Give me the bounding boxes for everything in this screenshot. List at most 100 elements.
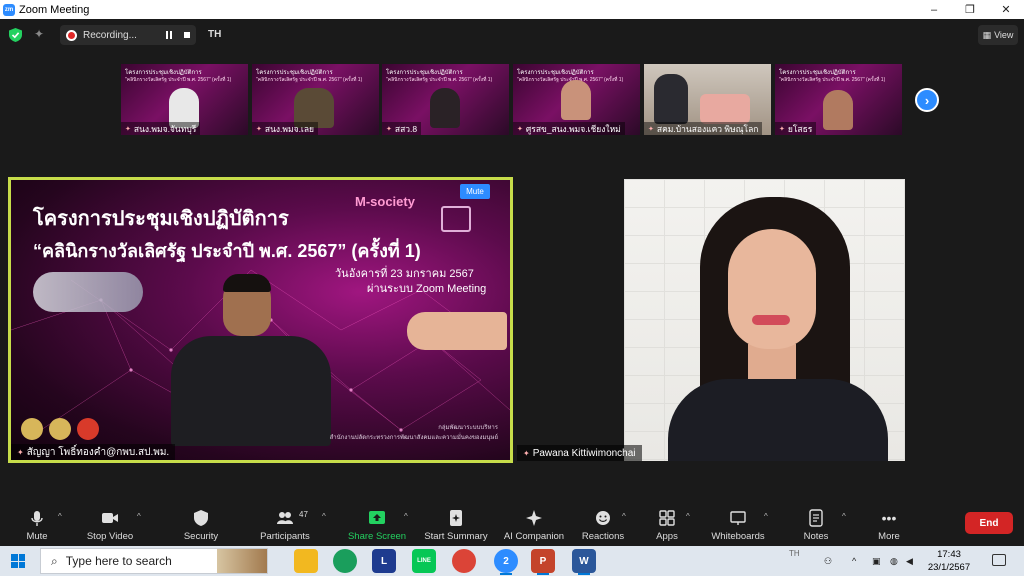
award-emblem-icon [441, 206, 471, 232]
slide-footnote: กลุ่มพัฒนาระบบบริหาร สำนักงานปลัดกระทรวง… [330, 422, 498, 442]
seal-logo-icon [21, 418, 43, 440]
word-icon[interactable]: W [572, 549, 596, 575]
search-icon: ⌕ [51, 553, 58, 568]
participants-button[interactable]: Participants [250, 506, 320, 542]
thumbnail-name: สคม.บ้านสองแคว พิษณุโลก [656, 123, 759, 134]
people-icon[interactable]: ⚇ [824, 546, 832, 576]
window-title: Zoom Meeting [19, 3, 90, 16]
record-icon [66, 29, 77, 41]
security-button[interactable]: Security [166, 506, 236, 542]
whiteboard-icon [730, 511, 746, 525]
award-logo-icon [49, 418, 71, 440]
start-summary-button[interactable]: Start Summary [420, 506, 492, 542]
close-button[interactable]: ✕ [988, 0, 1024, 19]
tray-mic-icon[interactable]: ◍ [890, 546, 898, 576]
recording-indicator[interactable]: Recording... [60, 25, 196, 45]
more-button[interactable]: ••• More [854, 506, 924, 542]
video-options-chevron-icon[interactable]: ^ [137, 512, 141, 521]
zoom-logo-icon: zm [3, 3, 15, 16]
stop-video-button[interactable]: Stop Video [75, 506, 145, 542]
video-camera-icon [102, 513, 118, 523]
ai-companion-button[interactable]: AI Companion [497, 506, 571, 542]
participant-thumbnail[interactable]: ✦ สคม.บ้านสองแคว พิษณุโลก [644, 64, 771, 135]
participants-options-chevron-icon[interactable]: ^ [322, 512, 326, 521]
notes-icon [809, 509, 823, 527]
stop-recording-icon[interactable] [182, 30, 192, 40]
apps-button[interactable]: Apps [632, 506, 702, 542]
tray-app-icon[interactable]: ▣ [872, 546, 881, 576]
thumbnail-name-tag: ✦ สคม.บ้านสองแคว พิษณุโลก [644, 122, 763, 135]
line-app-icon[interactable]: LINE [412, 549, 436, 573]
security-shield-icon [194, 510, 208, 526]
notes-options-chevron-icon[interactable]: ^ [842, 512, 846, 521]
l-app-icon[interactable]: L [372, 549, 396, 573]
notification-center-icon[interactable] [992, 554, 1006, 566]
tray-chevron-up-icon[interactable]: ^ [852, 546, 856, 576]
active-speaker-tile[interactable]: Mute M-society โครงการประชุมเชิงปฏิบัติก… [8, 177, 513, 463]
apps-options-chevron-icon[interactable]: ^ [686, 512, 690, 521]
thumbnail-name: ยโสธร [787, 123, 813, 134]
participant-video [654, 74, 688, 124]
muted-mic-icon: ✦ [386, 125, 392, 133]
ai-sparkle-icon[interactable]: ✦ [34, 27, 48, 41]
search-placeholder: Type here to search [65, 554, 172, 568]
edge-browser-icon[interactable] [333, 549, 357, 573]
share-screen-button[interactable]: Share Screen [342, 506, 412, 542]
participant-thumbnail[interactable]: โครงการประชุมเชิงปฏิบัติการ "คลินิกรางวั… [382, 64, 509, 135]
slide-footnote-line1: กลุ่มพัฒนาระบบบริหาร [438, 425, 498, 431]
powerpoint-icon[interactable]: P [531, 549, 555, 575]
notes-button[interactable]: Notes [781, 506, 851, 542]
taskbar-search-box[interactable]: ⌕ Type here to search [40, 548, 268, 574]
thumbnail-slide-subtitle: "คลินิกรางวัลเลิศรัฐ ประจำปี พ.ศ. 2567" … [386, 77, 493, 83]
participant-name: สัญญา โพธิ์ทองคำ@กพบ.สป.พม. [26, 446, 170, 458]
participant-thumbnail[interactable]: โครงการประชุมเชิงปฏิบัติการ "คลินิกรางวั… [775, 64, 902, 135]
muted-mic-icon: ✦ [779, 125, 785, 133]
volume-icon[interactable]: ◀ [906, 546, 913, 576]
window-controls: – ❐ ✕ [916, 0, 1024, 19]
participant-video [561, 80, 591, 120]
ai-companion-sparkle-icon [526, 510, 542, 526]
share-options-chevron-icon[interactable]: ^ [404, 512, 408, 521]
thumbnail-name-tag: ✦ ศูรสข_สนง.พมจ.เชียงใหม่ [513, 122, 625, 135]
encryption-shield-icon[interactable] [9, 28, 22, 42]
participant-thumbnail[interactable]: โครงการประชุมเชิงปฏิบัติการ "คลินิกรางวั… [252, 64, 379, 135]
taskbar-clock[interactable]: 17:43 23/1/2567 [925, 548, 973, 574]
zoom-app-icon[interactable]: 2 [494, 549, 518, 575]
chrome-browser-icon[interactable] [452, 549, 476, 573]
view-button[interactable]: ▦ View [978, 25, 1018, 45]
participant-video [430, 88, 460, 128]
reactions-options-chevron-icon[interactable]: ^ [622, 512, 626, 521]
taskbar-language[interactable]: TH [789, 538, 800, 568]
participants-label: Participants [260, 531, 310, 542]
restore-button[interactable]: ❐ [952, 0, 988, 19]
more-label: More [878, 531, 900, 542]
participant-thumbnail[interactable]: โครงการประชุมเชิงปฏิบัติการ "คลินิกรางวั… [121, 64, 248, 135]
thumbnail-name-tag: ✦ สนง.พมจ.เลย [252, 122, 319, 135]
pause-recording-icon[interactable] [164, 30, 174, 40]
search-highlight-image [217, 549, 267, 573]
participant-tile[interactable] [624, 179, 905, 461]
windows-start-icon[interactable] [11, 554, 25, 568]
file-explorer-icon[interactable] [294, 549, 318, 573]
participant-body [668, 379, 888, 461]
next-page-arrow-icon[interactable]: › [915, 88, 939, 112]
participant-lips [752, 315, 790, 325]
minimize-button[interactable]: – [916, 0, 952, 19]
more-dots-icon: ••• [881, 510, 897, 526]
window-titlebar: zm Zoom Meeting – ❐ ✕ [0, 0, 1024, 19]
view-label: View [994, 30, 1014, 40]
muted-mic-icon: ✦ [125, 125, 131, 133]
participant-thumbnail[interactable]: โครงการประชุมเชิงปฏิบัติการ "คลินิกรางวั… [513, 64, 640, 135]
end-meeting-button[interactable]: End [965, 512, 1013, 534]
whiteboards-button[interactable]: Whiteboards [703, 506, 773, 542]
mute-badge[interactable]: Mute [460, 184, 490, 199]
interpretation-language[interactable]: TH [208, 29, 221, 40]
mute-options-chevron-icon[interactable]: ^ [58, 512, 62, 521]
speaker-body [171, 336, 331, 446]
participant-video [700, 94, 750, 124]
whiteboards-options-chevron-icon[interactable]: ^ [764, 512, 768, 521]
meeting-controls-bar: Mute ^ Stop Video ^ Security Participant… [0, 502, 1024, 544]
reactions-button[interactable]: Reactions [568, 506, 638, 542]
clock-date: 23/1/2567 [927, 562, 971, 573]
windows-taskbar: ⌕ Type here to search L LINE 2 P W TH ⚇ … [0, 546, 1024, 576]
